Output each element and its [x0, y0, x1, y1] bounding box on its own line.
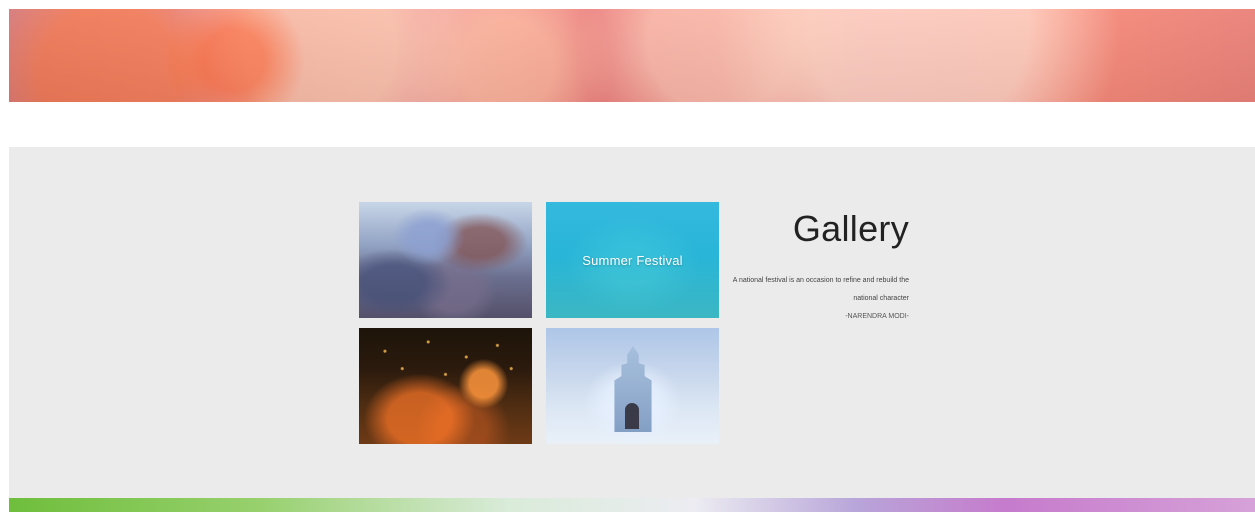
gallery-text-block: Gallery A national festival is an occasi…: [724, 211, 909, 324]
gallery-tile-summer-festival[interactable]: Summer Festival: [546, 202, 719, 318]
gallery-tile-festival-crowd[interactable]: [359, 202, 532, 318]
bottom-color-strip: [9, 498, 1255, 512]
gallery-section: Summer Festival Gallery A national festi…: [9, 147, 1255, 498]
gallery-author: -NARENDRA MODI-: [845, 313, 909, 320]
hero-banner: [9, 9, 1255, 102]
gallery-tile-ice-castle[interactable]: [546, 328, 719, 444]
gallery-tile-lanterns[interactable]: [359, 328, 532, 444]
gallery-title: Gallery: [792, 208, 909, 249]
gallery-tile-caption: Summer Festival: [582, 252, 683, 268]
gallery-quote: A national festival is an occasion to re…: [732, 277, 909, 302]
